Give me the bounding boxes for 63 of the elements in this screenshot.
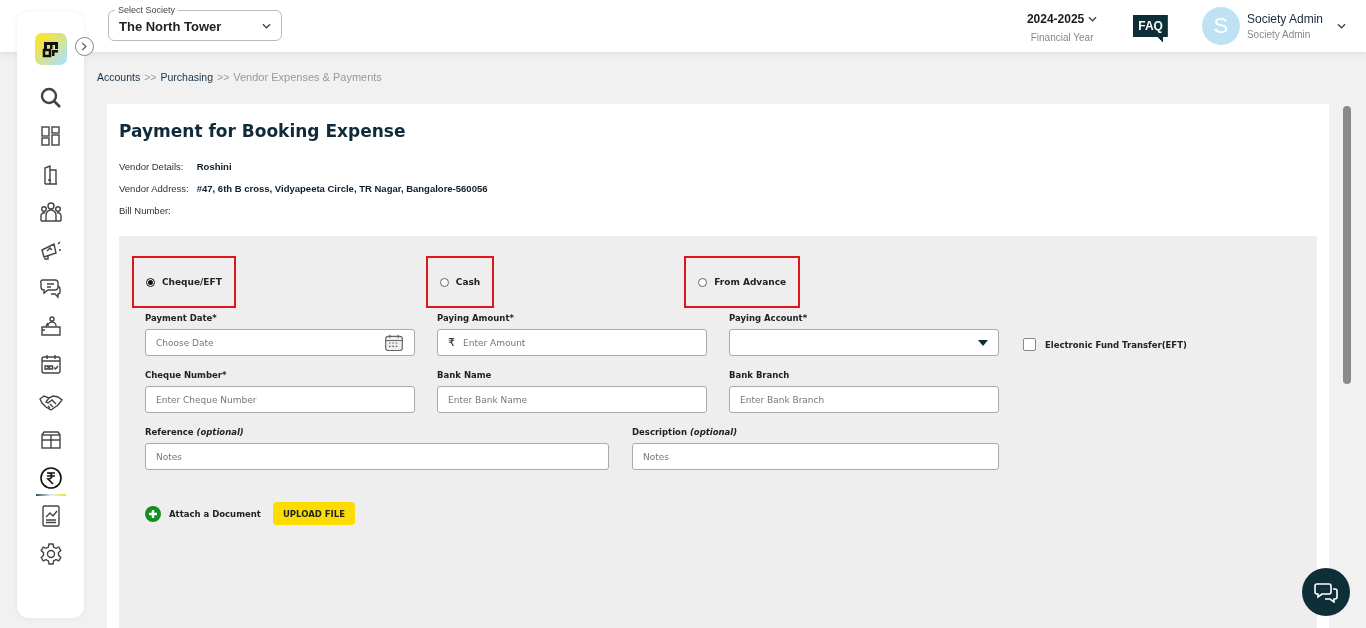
search-icon[interactable]: [38, 86, 63, 110]
user-name: Society Admin: [1246, 12, 1323, 26]
detail-value: Roshini: [196, 161, 233, 172]
amount-field[interactable]: ₹ Enter Amount: [437, 329, 707, 356]
field-label: Bank Name: [437, 370, 493, 381]
chevron-down-icon[interactable]: [262, 23, 271, 29]
detail-value: #47, 6th B cross, Vidyapeeta Circle, TR Nagar, Bangalore-560056: [196, 183, 488, 194]
year-select[interactable]: 2024-2025: [1026, 11, 1098, 26]
chevron-down-icon[interactable]: [1088, 15, 1098, 22]
field-label: Paying Account*: [729, 313, 809, 324]
notes-field[interactable]: Notes: [145, 443, 609, 470]
payment-mode-option[interactable]: Cheque/EFT: [132, 256, 236, 308]
detail-label: Vendor Details:: [119, 161, 185, 172]
field-label: Payment Date*: [145, 313, 218, 324]
chat-icon[interactable]: [1314, 581, 1338, 603]
society-select[interactable]: Select Society The North Tower: [108, 5, 282, 41]
dashboard-icon[interactable]: [38, 124, 63, 148]
radio-button[interactable]: [698, 277, 708, 287]
payment-mode-option[interactable]: Cash: [425, 256, 495, 308]
expand-toggle[interactable]: [75, 37, 94, 56]
radio-button[interactable]: [146, 277, 155, 287]
notes-field[interactable]: Notes: [632, 443, 999, 470]
breadcrumb-current: Vendor Expenses & Payments: [233, 71, 382, 83]
attach-label: Attach a Document: [169, 508, 261, 519]
breadcrumb-link[interactable]: Purchasing: [160, 71, 213, 83]
field-label: Paying Amount*: [437, 313, 515, 324]
input-field[interactable]: Enter Bank Branch: [729, 386, 999, 413]
checkbox[interactable]: [1023, 338, 1036, 351]
calendar-icon[interactable]: [38, 352, 63, 376]
reception-desk-icon[interactable]: [38, 314, 63, 338]
breadcrumb-separator: >>: [144, 71, 157, 83]
checkbox-label: Electronic Fund Transfer(EFT): [1045, 339, 1187, 350]
input-field[interactable]: Enter Cheque Number: [145, 386, 415, 413]
chevron-down-icon[interactable]: [1337, 23, 1346, 29]
detail-label: Bill Number:: [119, 205, 172, 216]
caret-icon: [978, 339, 988, 346]
page-title: Payment for Booking Expense: [119, 121, 407, 141]
add-icon[interactable]: [145, 505, 161, 522]
currency-symbol: ₹: [448, 336, 455, 349]
radio-button[interactable]: [439, 277, 449, 287]
rupee-icon[interactable]: [38, 466, 63, 490]
app-logo[interactable]: [34, 33, 67, 65]
user-role: Society Admin: [1246, 29, 1312, 40]
year-caption: Financial Year: [1030, 31, 1094, 43]
field-label: Description (optional): [632, 427, 739, 438]
date-field[interactable]: Choose Date: [145, 329, 415, 356]
breadcrumb-link[interactable]: Accounts: [97, 71, 141, 83]
field-label: Reference (optional): [145, 427, 245, 438]
chat-icon[interactable]: [38, 276, 63, 300]
box-icon[interactable]: [38, 428, 63, 452]
detail-label: Vendor Address:: [119, 183, 189, 194]
faq-button[interactable]: FAQ: [1133, 15, 1168, 42]
calendar-icon[interactable]: [384, 332, 404, 353]
breadcrumb-separator: >>: [217, 71, 230, 83]
payment-mode-option[interactable]: From Advance: [684, 256, 801, 308]
field-label: Cheque Number*: [145, 370, 228, 381]
settings-icon[interactable]: [38, 542, 63, 566]
chevron-right-icon[interactable]: [81, 42, 88, 51]
input-field[interactable]: Enter Bank Name: [437, 386, 707, 413]
upload-button[interactable]: UPLOAD FILE: [272, 502, 355, 525]
field-label: Bank Branch: [729, 370, 791, 381]
people-icon[interactable]: [38, 200, 63, 224]
chat-button[interactable]: [1302, 568, 1350, 616]
